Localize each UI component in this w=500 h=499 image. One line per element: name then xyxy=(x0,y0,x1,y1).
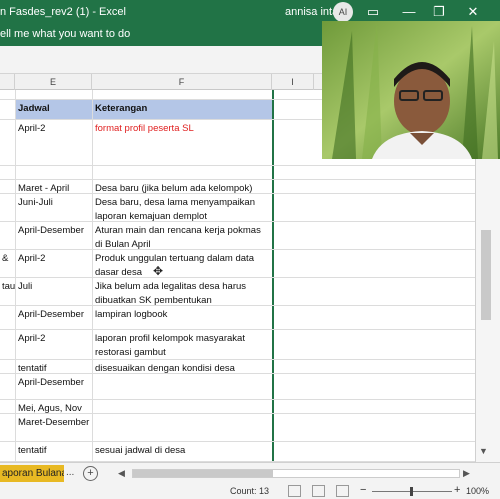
cell-left[interactable] xyxy=(0,194,15,221)
cell-jadwal[interactable]: Maret-Desember xyxy=(15,414,92,441)
cell-jadwal[interactable]: Juni-Juli xyxy=(15,194,92,221)
cell-keterangan[interactable]: Desa baru, desa lama menyampaikan lapora… xyxy=(92,194,272,221)
page-layout-icon[interactable] xyxy=(312,485,325,497)
column-header-e[interactable]: E xyxy=(15,74,92,90)
cell-keterangan[interactable] xyxy=(92,374,272,399)
cell-keterangan[interactable] xyxy=(92,414,272,441)
cell-left[interactable]: & xyxy=(0,250,15,277)
header-jadwal[interactable]: Jadwal xyxy=(15,100,92,119)
horizontal-scrollbar[interactable] xyxy=(132,469,460,478)
scroll-left-icon[interactable]: ◀ xyxy=(118,468,125,479)
zoom-in-icon[interactable]: + xyxy=(454,484,460,496)
move-cursor-icon: ✥ xyxy=(153,264,164,278)
scroll-right-icon[interactable]: ▶ xyxy=(463,468,470,479)
table-row: April-Desember lampiran logbook xyxy=(0,306,475,330)
vertical-scroll-thumb[interactable] xyxy=(481,230,491,320)
table-row: Mei, Agus, Nov xyxy=(0,400,475,414)
cell-jadwal[interactable]: April-Desember xyxy=(15,306,92,329)
more-sheets-button[interactable]: ... xyxy=(66,467,74,478)
table-row xyxy=(0,166,475,180)
table-row: tentatif sesuai jadwal di desa xyxy=(0,442,475,462)
column-header-f[interactable]: F xyxy=(92,74,272,90)
ribbon-display-icon[interactable]: ▭ xyxy=(364,3,382,21)
table-row: April-Desember Aturan main dan rencana k… xyxy=(0,222,475,250)
horizontal-scroll-thumb[interactable] xyxy=(133,470,273,477)
cell-keterangan[interactable]: format profil peserta SL xyxy=(92,120,272,165)
cell-jadwal[interactable]: April-Desember xyxy=(15,222,92,249)
cell-left[interactable] xyxy=(0,222,15,249)
zoom-level[interactable]: 100% xyxy=(466,486,489,496)
cell-keterangan[interactable]: disesuaikan dengan kondisi desa xyxy=(92,360,272,373)
page-break-preview-icon[interactable] xyxy=(336,485,349,497)
cell-jadwal[interactable]: Mei, Agus, Nov xyxy=(15,400,92,413)
table-row: April-2 laporan profil kelompok masyarak… xyxy=(0,330,475,360)
cell-left[interactable] xyxy=(0,120,15,165)
cell-keterangan[interactable]: Produk unggulan tertuang dalam data dasa… xyxy=(92,250,272,277)
cell-keterangan[interactable] xyxy=(92,400,272,413)
table-row: Juni-Juli Desa baru, desa lama menyampai… xyxy=(0,194,475,222)
webcam-video-overlay xyxy=(322,21,500,159)
cell-keterangan[interactable]: Desa baru (jika belum ada kelompok) xyxy=(92,180,272,193)
scroll-down-icon[interactable]: ▼ xyxy=(479,446,488,456)
zoom-out-icon[interactable]: − xyxy=(360,484,366,496)
cell-left[interactable] xyxy=(0,330,15,359)
tell-me-search[interactable]: ell me what you want to do xyxy=(0,28,130,40)
sheet-tab-bar: aporan Bulanar ... + ◀ ▶ xyxy=(0,462,500,484)
cell-count: Count: 13 xyxy=(230,486,270,496)
table-row: tau Juli Jika belum ada legalitas desa h… xyxy=(0,278,475,306)
cell-left[interactable] xyxy=(0,414,15,441)
sheet-tab-laporan-bulanan[interactable]: aporan Bulanar xyxy=(0,465,64,482)
user-avatar[interactable]: AI xyxy=(333,2,353,22)
cell-keterangan[interactable]: laporan profil kelompok masyarakat resto… xyxy=(92,330,272,359)
table-row: Maret-Desember xyxy=(0,414,475,442)
cell-left[interactable] xyxy=(0,180,15,193)
table-row: Maret - April Desa baru (jika belum ada … xyxy=(0,180,475,194)
cell-jadwal[interactable]: Maret - April xyxy=(15,180,92,193)
table-row: tentatif disesuaikan dengan kondisi desa xyxy=(0,360,475,374)
table-row: April-Desember xyxy=(0,374,475,400)
cell-left[interactable] xyxy=(0,306,15,329)
cell-keterangan[interactable]: Jika belum ada legalitas desa harus dibu… xyxy=(92,278,272,305)
restore-icon[interactable]: ❐ xyxy=(430,3,448,21)
minimize-icon[interactable]: — xyxy=(400,3,418,21)
cell-jadwal[interactable]: April-2 xyxy=(15,120,92,165)
column-header-left[interactable] xyxy=(0,74,15,90)
status-bar: Count: 13 − + 100% xyxy=(0,484,500,499)
document-title: n Fasdes_rev2 (1) - Excel xyxy=(0,6,126,18)
column-header-i[interactable]: I xyxy=(272,74,314,90)
normal-view-icon[interactable] xyxy=(288,485,301,497)
cell-left[interactable] xyxy=(0,400,15,413)
cell-jadwal[interactable]: Juli xyxy=(15,278,92,305)
table-row: & April-2 Produk unggulan tertuang dalam… xyxy=(0,250,475,278)
cell-keterangan[interactable]: Aturan main dan rencana kerja pokmas di … xyxy=(92,222,272,249)
cell-left[interactable] xyxy=(0,360,15,373)
header-keterangan[interactable]: Keterangan xyxy=(92,100,272,119)
close-icon[interactable]: ✕ xyxy=(464,3,482,21)
cell-jadwal[interactable]: tentatif xyxy=(15,442,92,461)
add-sheet-icon[interactable]: + xyxy=(83,466,98,481)
cell-keterangan[interactable]: lampiran logbook xyxy=(92,306,272,329)
zoom-slider-knob[interactable] xyxy=(410,487,413,496)
cell-jadwal[interactable]: April-2 xyxy=(15,250,92,277)
cell-left[interactable] xyxy=(0,442,15,461)
webcam-image xyxy=(322,21,500,159)
cell-left[interactable] xyxy=(0,374,15,399)
cell-jadwal[interactable]: April-2 xyxy=(15,330,92,359)
cell-jadwal[interactable]: tentatif xyxy=(15,360,92,373)
cell-jadwal[interactable]: April-Desember xyxy=(15,374,92,399)
cell-left[interactable]: tau xyxy=(0,278,15,305)
cell-keterangan[interactable]: sesuai jadwal di desa xyxy=(92,442,272,461)
